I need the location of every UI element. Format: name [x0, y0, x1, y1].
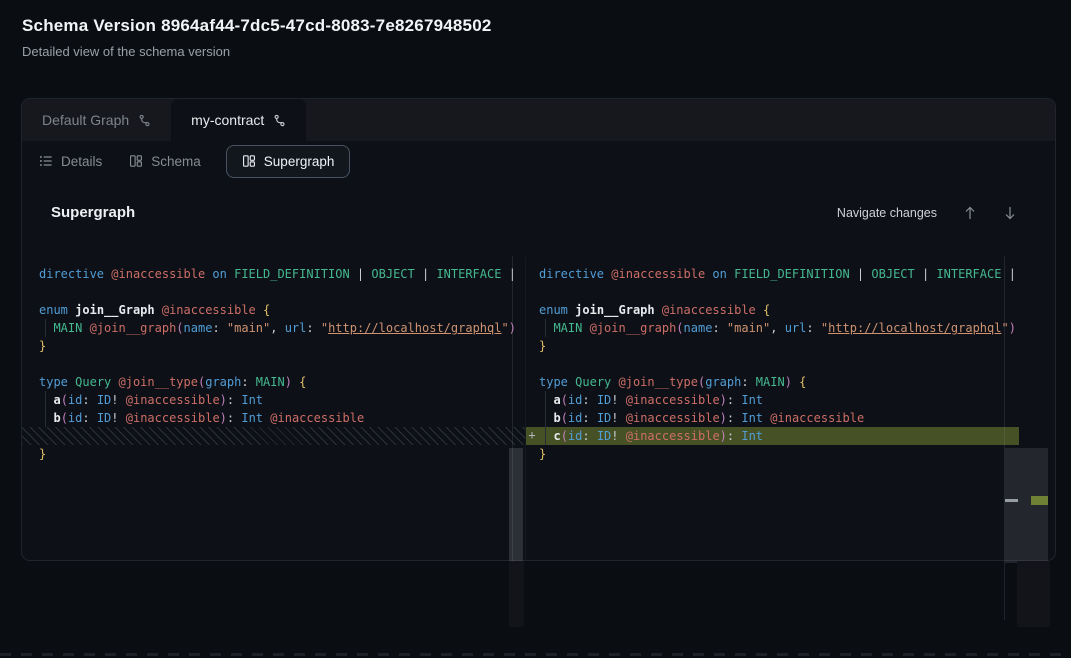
code-line: a(id: ID! @inaccessible): Int	[539, 391, 1019, 409]
code-line: }	[539, 445, 1019, 463]
split-layout-icon	[129, 154, 143, 168]
tab-default-graph[interactable]: Default Graph	[22, 99, 171, 141]
overview-added-marker	[1031, 496, 1048, 505]
variant-fork-icon	[138, 114, 151, 127]
code-line: MAIN @join__graph(name: "main", url: "ht…	[39, 319, 525, 337]
code-line: enum join__Graph @inaccessible {	[39, 301, 525, 319]
tab-my-contract-label: my-contract	[191, 112, 264, 128]
page-subtitle: Detailed view of the schema version	[22, 44, 492, 59]
right-scrollbar-tail	[1017, 561, 1050, 627]
panel-header: Supergraph Navigate changes	[22, 181, 1055, 221]
code-line	[539, 355, 1019, 373]
page-header: Schema Version 8964af44-7dc5-47cd-8083-7…	[22, 16, 492, 59]
code-line: }	[39, 337, 525, 355]
panel-heading: Supergraph	[51, 204, 135, 221]
code-line: }	[539, 337, 1019, 355]
code-line: directive @inaccessible on FIELD_DEFINIT…	[39, 265, 525, 283]
bottom-dashed-divider	[0, 653, 1071, 656]
code-line: }	[39, 445, 525, 463]
code-line	[39, 283, 525, 301]
diff-pane-modified[interactable]: directive @inaccessible on FIELD_DEFINIT…	[525, 257, 1019, 560]
code-line: enum join__Graph @inaccessible {	[539, 301, 1019, 319]
code-line	[539, 283, 1019, 301]
tab-supergraph-label: Supergraph	[264, 154, 335, 169]
view-tab-strip: Details Schema	[22, 141, 1055, 181]
tab-schema[interactable]: Schema	[129, 154, 201, 169]
code-line: MAIN @join__graph(name: "main", url: "ht…	[539, 319, 1019, 337]
page-title: Schema Version 8964af44-7dc5-47cd-8083-7…	[22, 16, 492, 36]
right-scrollbar-thumb[interactable]	[1005, 448, 1048, 563]
tab-details-label: Details	[61, 154, 102, 169]
code-line: directive @inaccessible on FIELD_DEFINIT…	[539, 265, 1019, 283]
variant-fork-icon	[273, 114, 286, 127]
code-line: b(id: ID! @inaccessible): Int @inaccessi…	[539, 409, 1019, 427]
arrow-up-icon[interactable]	[963, 205, 977, 221]
diff-pane-original[interactable]: directive @inaccessible on FIELD_DEFINIT…	[22, 257, 525, 560]
added-line-marker: +	[525, 428, 539, 442]
tab-schema-label: Schema	[151, 154, 201, 169]
arrow-down-icon[interactable]	[1003, 205, 1017, 221]
code-line: type Query @join__type(graph: MAIN) {	[39, 373, 525, 391]
schema-version-page: Schema Version 8964af44-7dc5-47cd-8083-7…	[0, 0, 1071, 658]
navigate-changes-controls: Navigate changes	[837, 205, 1017, 221]
code-line	[39, 355, 525, 373]
code-line-added: c(id: ID! @inaccessible): Int	[526, 427, 1019, 445]
tab-default-graph-label: Default Graph	[42, 112, 129, 128]
navigate-changes-label: Navigate changes	[837, 206, 937, 220]
diff-placeholder-line	[39, 427, 525, 445]
list-icon	[39, 154, 53, 168]
tab-details[interactable]: Details	[39, 154, 102, 169]
code-line: a(id: ID! @inaccessible): Int	[39, 391, 525, 409]
schema-version-card: Default Graph my-contract	[21, 98, 1056, 561]
overview-cursor-marker	[1005, 499, 1018, 502]
code-line: type Query @join__type(graph: MAIN) {	[539, 373, 1019, 391]
right-overview-ruler-line	[1004, 256, 1005, 620]
supergraph-diff-editor: directive @inaccessible on FIELD_DEFINIT…	[22, 257, 1055, 560]
left-scrollbar-tail	[509, 561, 524, 627]
tab-my-contract[interactable]: my-contract	[171, 99, 306, 141]
tab-supergraph[interactable]: Supergraph	[226, 145, 351, 178]
code-line: b(id: ID! @inaccessible): Int @inaccessi…	[39, 409, 525, 427]
split-layout-icon	[242, 154, 256, 168]
left-scrollbar-thumb[interactable]	[509, 448, 523, 563]
variant-tab-strip: Default Graph my-contract	[22, 99, 1055, 141]
